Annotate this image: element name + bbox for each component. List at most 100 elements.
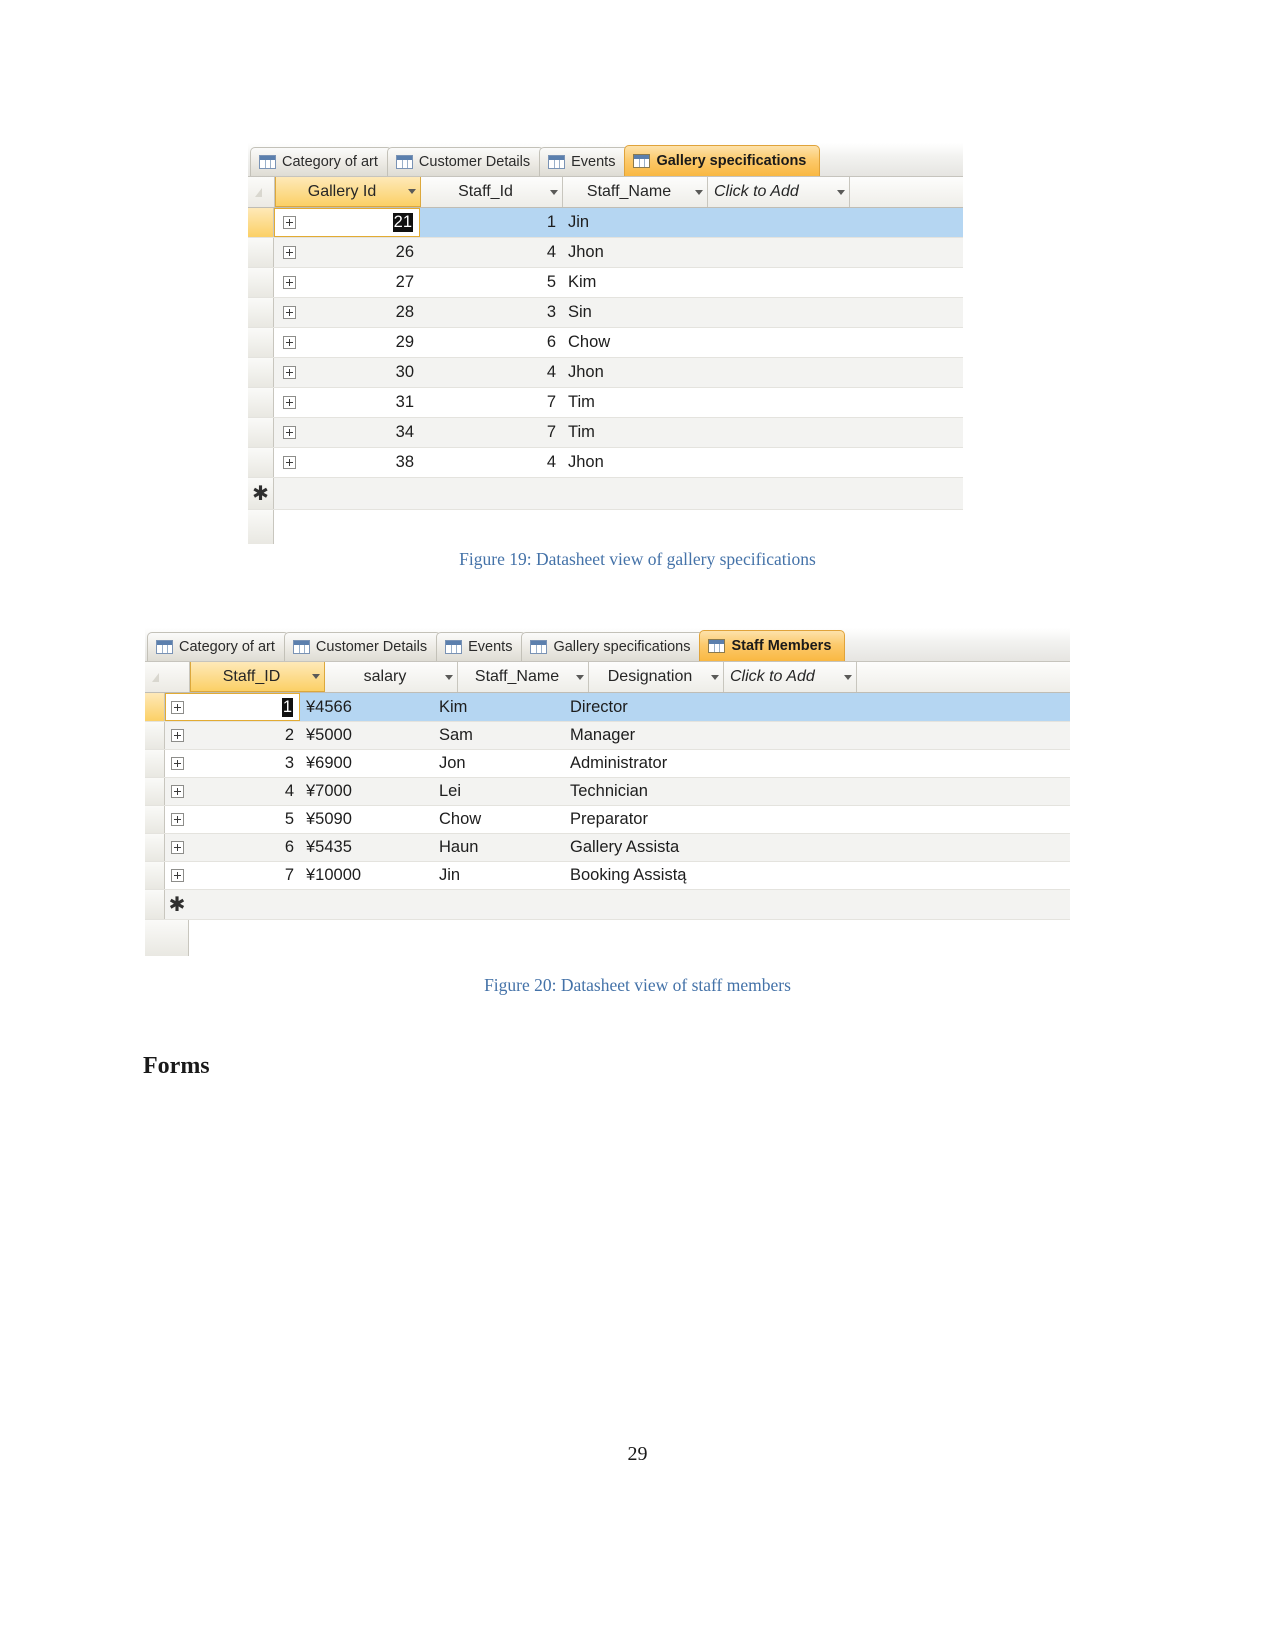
cell-gallery-id[interactable]: 27 xyxy=(304,268,420,297)
plus-icon[interactable] xyxy=(282,456,296,469)
tab-category-of-art[interactable]: Category of art xyxy=(250,147,392,176)
cell-gallery-id-new[interactable] xyxy=(304,478,420,509)
tab-staff-members[interactable]: Staff Members xyxy=(699,630,846,661)
tab-gallery-specifications[interactable]: Gallery specifications xyxy=(624,145,821,176)
cell-salary[interactable]: ¥4566 xyxy=(300,693,433,721)
cell-staff-name[interactable]: Kim xyxy=(562,268,707,297)
cell-add-new[interactable] xyxy=(707,478,849,509)
table-row[interactable]: 27 5 Kim xyxy=(248,268,963,298)
row-selector[interactable] xyxy=(248,358,274,387)
cell-add-new[interactable] xyxy=(707,268,849,297)
cell-staff-id[interactable]: 4 xyxy=(420,448,562,477)
column-header-gallery-id[interactable]: Gallery Id xyxy=(275,177,421,207)
chevron-down-icon[interactable] xyxy=(695,189,703,195)
cell-designation[interactable]: Technician xyxy=(564,778,699,805)
plus-icon[interactable] xyxy=(282,366,296,379)
cell-salary[interactable]: ¥5000 xyxy=(300,722,433,749)
cell-staff-id[interactable]: 7 xyxy=(189,862,300,889)
cell-designation-new[interactable] xyxy=(564,890,699,919)
new-record-marker[interactable]: ✱ xyxy=(165,890,189,919)
cell-staff-name[interactable]: Sin xyxy=(562,298,707,327)
table-row[interactable]: 29 6 Chow xyxy=(248,328,963,358)
cell-staff-id[interactable]: 4 xyxy=(420,238,562,267)
cell-staff-id-new[interactable] xyxy=(420,478,562,509)
expand-row-toggle[interactable] xyxy=(165,722,189,749)
cell-add-new[interactable] xyxy=(707,388,849,417)
tab-category-of-art[interactable]: Category of art xyxy=(147,632,289,661)
cell-staff-id[interactable]: 6 xyxy=(189,834,300,861)
cell-add-new[interactable] xyxy=(707,238,849,267)
plus-icon[interactable] xyxy=(282,396,296,409)
column-header-salary[interactable]: salary xyxy=(325,662,458,692)
row-selector[interactable] xyxy=(248,208,274,237)
expand-row-toggle[interactable] xyxy=(165,806,189,833)
table-row[interactable]: 2 ¥5000 Sam Manager xyxy=(145,722,1070,750)
expand-row-toggle[interactable] xyxy=(165,834,189,861)
cell-salary[interactable]: ¥10000 xyxy=(300,862,433,889)
cell-add-new[interactable] xyxy=(707,448,849,477)
cell-staff-name[interactable]: Lei xyxy=(433,778,564,805)
tab-events[interactable]: Events xyxy=(539,147,630,176)
plus-icon[interactable] xyxy=(170,813,184,826)
cell-staff-id[interactable]: 4 xyxy=(189,778,300,805)
cell-staff-id[interactable]: 1 xyxy=(189,693,300,721)
expand-row-toggle[interactable] xyxy=(165,862,189,889)
plus-icon[interactable] xyxy=(170,869,184,882)
expand-row-toggle[interactable] xyxy=(274,418,304,447)
cell-add-new[interactable] xyxy=(699,722,832,749)
plus-icon[interactable] xyxy=(282,336,296,349)
row-selector[interactable] xyxy=(248,418,274,447)
cell-gallery-id[interactable]: 30 xyxy=(304,358,420,387)
cell-add-new[interactable] xyxy=(707,418,849,447)
cell-staff-name[interactable]: Jhon xyxy=(562,448,707,477)
cell-staff-id[interactable]: 3 xyxy=(420,298,562,327)
cell-add-new[interactable] xyxy=(699,778,832,805)
cell-salary[interactable]: ¥6900 xyxy=(300,750,433,777)
cell-gallery-id[interactable]: 29 xyxy=(304,328,420,357)
cell-staff-id[interactable]: 2 xyxy=(189,722,300,749)
row-selector[interactable] xyxy=(145,834,165,861)
cell-staff-name[interactable]: Kim xyxy=(433,693,564,721)
chevron-down-icon[interactable] xyxy=(711,674,719,680)
expand-row-toggle[interactable] xyxy=(274,208,304,237)
cell-staff-name[interactable]: Jhon xyxy=(562,358,707,387)
cell-staff-name[interactable]: Jin xyxy=(433,862,564,889)
cell-designation[interactable]: Gallery Assista xyxy=(564,834,699,861)
expand-row-toggle[interactable] xyxy=(274,268,304,297)
select-all-corner[interactable] xyxy=(145,662,190,692)
plus-icon[interactable] xyxy=(282,246,296,259)
table-row[interactable]: 3 ¥6900 Jon Administrator xyxy=(145,750,1070,778)
plus-icon[interactable] xyxy=(282,276,296,289)
cell-add-new[interactable] xyxy=(699,693,832,721)
cell-staff-id[interactable]: 7 xyxy=(420,418,562,447)
table-row[interactable]: 26 4 Jhon xyxy=(248,238,963,268)
cell-gallery-id[interactable]: 28 xyxy=(304,298,420,327)
cell-salary-new[interactable] xyxy=(300,890,433,919)
cell-gallery-id[interactable]: 34 xyxy=(304,418,420,447)
cell-staff-name[interactable]: Haun xyxy=(433,834,564,861)
new-record-row[interactable]: ✱ xyxy=(248,478,963,510)
select-all-corner[interactable] xyxy=(248,177,275,207)
table-row[interactable]: 1 ¥4566 Kim Director xyxy=(145,693,1070,722)
tab-customer-details[interactable]: Customer Details xyxy=(386,147,545,176)
table-row[interactable]: 4 ¥7000 Lei Technician xyxy=(145,778,1070,806)
new-record-marker-cell[interactable] xyxy=(145,890,165,919)
row-selector[interactable] xyxy=(248,328,274,357)
chevron-down-icon[interactable] xyxy=(312,674,320,679)
chevron-down-icon[interactable] xyxy=(445,674,453,680)
table-row[interactable]: 5 ¥5090 Chow Preparator xyxy=(145,806,1070,834)
expand-row-toggle[interactable] xyxy=(165,750,189,777)
cell-gallery-id[interactable]: 26 xyxy=(304,238,420,267)
cell-salary[interactable]: ¥5435 xyxy=(300,834,433,861)
new-record-row[interactable]: ✱ xyxy=(145,890,1070,920)
cell-salary[interactable]: ¥5090 xyxy=(300,806,433,833)
row-selector[interactable] xyxy=(145,693,165,721)
row-selector[interactable] xyxy=(248,238,274,267)
expand-row-toggle[interactable] xyxy=(274,328,304,357)
cell-staff-id[interactable]: 1 xyxy=(420,208,562,237)
column-header-staff-name[interactable]: Staff_Name xyxy=(563,177,708,207)
cell-staff-name[interactable]: Chow xyxy=(562,328,707,357)
cell-gallery-id[interactable]: 38 xyxy=(304,448,420,477)
expand-row-toggle[interactable] xyxy=(274,298,304,327)
cell-add-new[interactable] xyxy=(699,750,832,777)
